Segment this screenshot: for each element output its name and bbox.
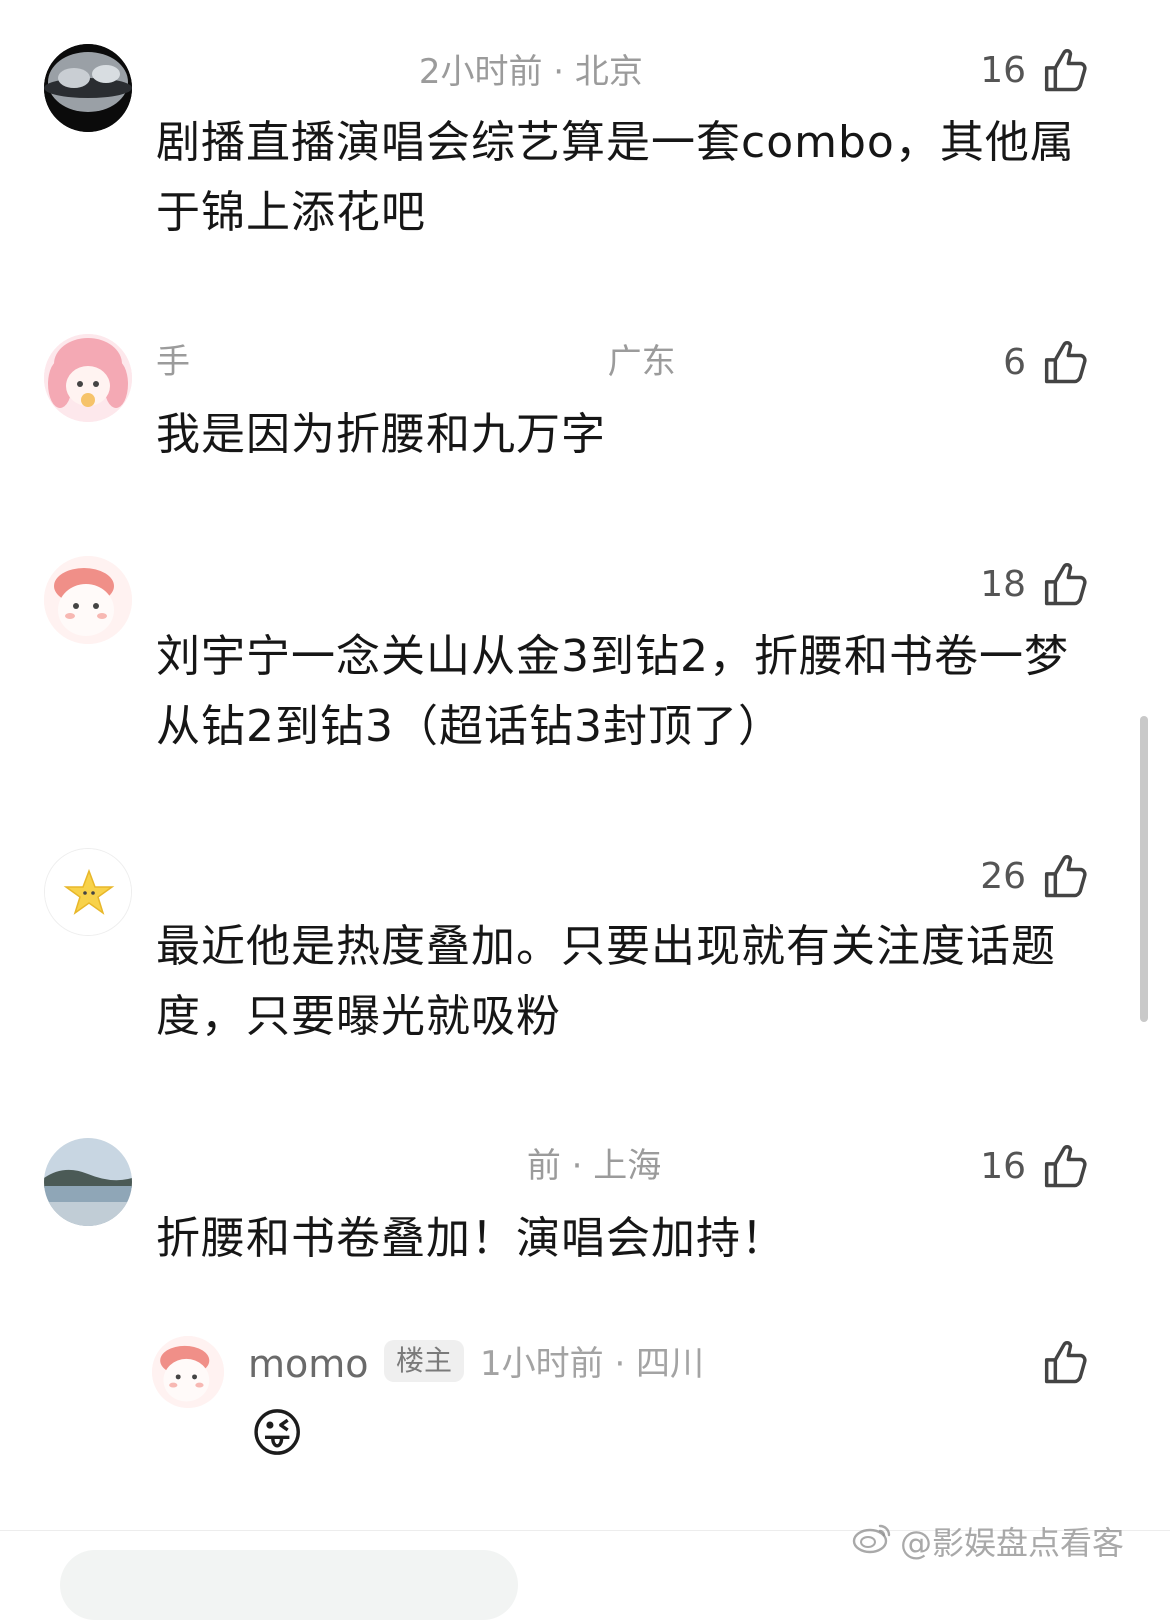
- thumbs-up-icon: [1038, 558, 1090, 610]
- like-count: 26: [980, 855, 1026, 897]
- thumbs-up-icon: [1038, 336, 1090, 388]
- thumbs-up-icon: [1038, 1336, 1090, 1388]
- reply-time-location: 1小时前 · 四川: [480, 1344, 705, 1384]
- weibo-logo-icon: [852, 1520, 894, 1562]
- reply-username[interactable]: momo: [248, 1342, 369, 1386]
- comment-time-location: 2小时前 · 北京: [418, 52, 643, 92]
- scrollbar[interactable]: [1140, 716, 1148, 1022]
- comment-meta: [156, 566, 516, 606]
- like-button[interactable]: 16: [980, 1136, 1090, 1196]
- comment-meta: 前 · 上海: [156, 1146, 661, 1186]
- comment-meta: 手 广东: [156, 342, 676, 382]
- like-count: 16: [980, 49, 1026, 91]
- username-blurred[interactable]: [156, 858, 264, 898]
- like-button[interactable]: 18: [980, 554, 1090, 614]
- like-button[interactable]: 6: [1003, 332, 1090, 392]
- avatar[interactable]: [44, 848, 132, 936]
- avatar-image: [44, 1138, 132, 1226]
- like-count: 16: [980, 1145, 1026, 1187]
- avatar-image: [44, 556, 132, 644]
- username[interactable]: ​: [156, 52, 408, 92]
- avatar-image: [45, 849, 131, 935]
- username[interactable]: 手: [156, 342, 190, 382]
- like-count: 18: [980, 563, 1026, 605]
- comment-meta: [156, 858, 264, 898]
- op-badge: 楼主: [384, 1340, 465, 1382]
- like-button[interactable]: 26: [980, 846, 1090, 906]
- avatar-image: [44, 334, 132, 422]
- avatar[interactable]: [44, 1138, 132, 1226]
- avatar[interactable]: [44, 334, 132, 422]
- reply-avatar[interactable]: [152, 1336, 224, 1408]
- like-count: 6: [1003, 341, 1026, 383]
- watermark-text: @影娱盘点看客: [899, 1524, 1124, 1562]
- reply-like-button[interactable]: [1038, 1332, 1090, 1392]
- comment-time-location: 广东: [607, 342, 676, 382]
- comment-text: 我是因为折腰和九万字: [156, 409, 606, 460]
- watermark: @影娱盘点看客: [852, 1518, 1124, 1564]
- like-button[interactable]: 16: [980, 40, 1090, 100]
- avatar[interactable]: [44, 44, 132, 132]
- comment-meta: ​ 2小时前 · 北京: [156, 52, 643, 92]
- thumbs-up-icon: [1038, 1140, 1090, 1192]
- comment-text: 剧播直播演唱会综艺算是一套combo，其他属于锦上添花吧: [156, 117, 1075, 238]
- comment-time-location: 前 · 上海: [526, 1146, 662, 1186]
- avatar-image: [152, 1336, 224, 1408]
- comment-text: 最近他是热度叠加。只要出现就有关注度话题度，只要曝光就吸粉: [156, 921, 1056, 1042]
- thumbs-up-icon: [1038, 850, 1090, 902]
- comment-input-bar[interactable]: [60, 1550, 518, 1620]
- username-blurred[interactable]: [156, 1146, 516, 1186]
- username-blurred[interactable]: [156, 566, 516, 606]
- comment-text: 刘宇宁一念关山从金3到钻2，折腰和书卷一梦从钻2到钻3（超话钻3封顶了）: [156, 631, 1069, 752]
- username-blurred: [201, 342, 597, 382]
- avatar-image: [44, 44, 132, 132]
- comment-text: 折腰和书卷叠加！演唱会加持！: [156, 1213, 786, 1264]
- thumbs-up-icon: [1038, 44, 1090, 96]
- reply-emoji: 😜: [250, 1404, 305, 1464]
- avatar[interactable]: [44, 556, 132, 644]
